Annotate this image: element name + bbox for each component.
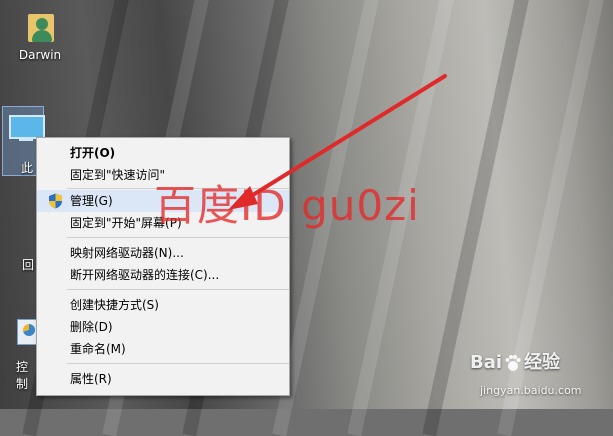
watermark-text: 百度ID gu0zi — [154, 181, 420, 230]
logo-text-right: 经验 — [524, 352, 561, 373]
baidu-url: jingyan.baidu.com — [480, 384, 582, 397]
baidu-jingyan-logo: Bai 经验 — [470, 348, 560, 374]
logo-text-left: Bai — [470, 352, 503, 373]
baidu-paw-icon — [505, 355, 521, 371]
